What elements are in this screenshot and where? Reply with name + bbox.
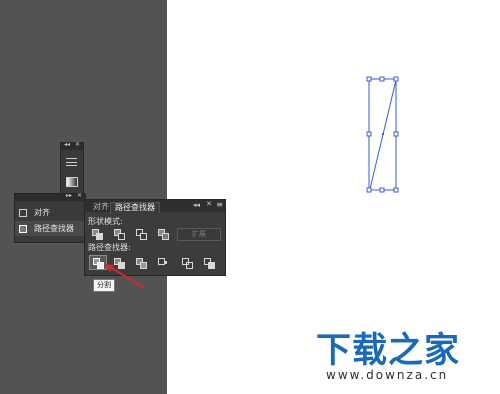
watermark-title: 下载之家 [316,331,461,371]
panel-item-pathfinder[interactable]: 路径查找器 [15,221,85,236]
pathfinders-label: 路径查找器: [88,243,131,252]
pathfinder-panel-header: 对齐 路径查找器 ◂◂ ✕ ≡ [85,200,225,213]
minus-front-icon[interactable] [113,228,127,241]
divide-button[interactable] [89,255,107,270]
close-icon[interactable]: ✕ [75,141,80,148]
crop-icon[interactable] [157,257,171,270]
align-icon [19,208,27,217]
close-icon[interactable]: ✕ [206,200,212,208]
panel-item-label: 对齐 [34,208,50,217]
collapse-icon[interactable]: ▸▸ [66,192,72,199]
pathfinder-icon [19,224,27,233]
collapsed-panel-group: ▸▸ ✕ 对齐 路径查找器 [14,192,86,243]
panel-item-align[interactable]: 对齐 [19,205,85,220]
align-panel-icon[interactable] [66,158,77,166]
minus-back-icon[interactable] [203,257,217,270]
exclude-icon[interactable] [157,228,171,241]
shape-modes-label: 形状模式: [88,217,123,226]
gradient-panel-icon[interactable] [66,177,78,187]
panel-menu-icon[interactable]: ≡ [216,200,223,209]
watermark: 下载之家 www.downza.cn [316,322,461,382]
tab-pathfinder[interactable]: 路径查找器 [110,202,160,213]
unite-icon[interactable] [91,228,105,241]
collapse-icon[interactable]: ◂◂ [64,141,70,148]
panel-group-titlebar[interactable]: ▸▸ ✕ [15,192,85,201]
mini-dock-titlebar[interactable]: ◂◂ ✕ [61,141,83,150]
merge-icon[interactable] [135,257,149,270]
panel-item-label: 路径查找器 [34,224,74,233]
intersect-icon[interactable] [135,228,149,241]
trim-icon[interactable] [113,257,127,270]
expand-button[interactable]: 扩展 [177,228,221,241]
collapse-icon[interactable]: ◂◂ [193,201,200,209]
pathfinder-panel: 对齐 路径查找器 ◂◂ ✕ ≡ 形状模式: 扩展 路径查找器: [84,199,226,276]
outline-icon[interactable] [181,257,195,270]
selected-rectangle[interactable] [360,70,404,194]
mini-panel-dock: ◂◂ ✕ [60,141,84,196]
close-icon[interactable]: ✕ [77,192,82,199]
divide-tooltip: 分割 [93,279,115,292]
watermark-url: www.downza.cn [326,368,449,382]
